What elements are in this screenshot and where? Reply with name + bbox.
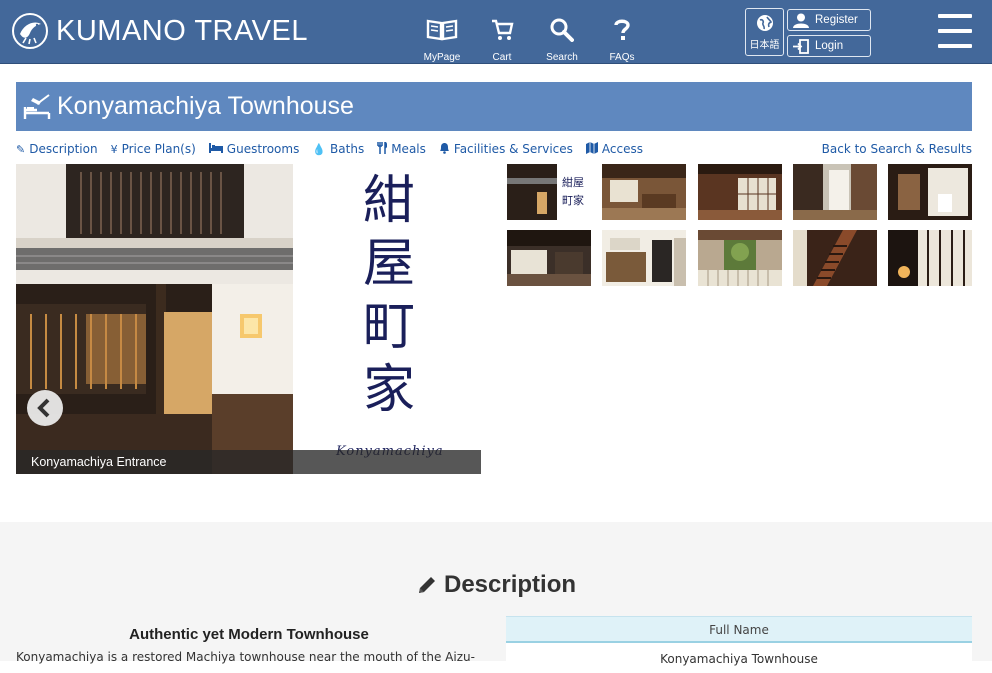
drop-icon: 💧 bbox=[312, 142, 327, 156]
thumbnail[interactable] bbox=[888, 164, 972, 220]
subnav-description[interactable]: ✎ Description bbox=[16, 142, 98, 156]
description-section: Description Authentic yet Modern Townhou… bbox=[0, 522, 992, 673]
thumbnail[interactable]: 紺屋 町家 bbox=[507, 164, 591, 220]
image-caption: Konyamachiya Entrance bbox=[16, 450, 481, 474]
subnav-access-label: Access bbox=[601, 142, 643, 156]
previous-image-button[interactable] bbox=[27, 390, 63, 426]
login-label: Login bbox=[815, 40, 844, 52]
nav-mypage-label: MyPage bbox=[423, 52, 461, 63]
menu-hamburger-icon[interactable] bbox=[938, 14, 972, 50]
thumbnail[interactable] bbox=[888, 230, 972, 286]
question-icon bbox=[614, 19, 630, 40]
subnav-price-plans-label: Price Plan(s) bbox=[121, 142, 196, 156]
kanji-char: 紺 bbox=[362, 171, 415, 231]
map-icon bbox=[585, 141, 598, 157]
table-header-full-name: Full Name bbox=[506, 616, 972, 643]
entrance-photo bbox=[16, 164, 293, 474]
subnav-access[interactable]: Access bbox=[585, 141, 643, 157]
thumbnail[interactable] bbox=[602, 230, 687, 286]
login-button[interactable]: Login bbox=[787, 35, 871, 57]
site-header: KUMANO TRAVEL MyPage Cart Search FAQs 日本… bbox=[0, 0, 992, 64]
subnav-facilities[interactable]: Facilities & Services bbox=[439, 142, 573, 157]
register-label: Register bbox=[815, 14, 858, 26]
kanji-char: 町 bbox=[362, 297, 415, 357]
thumbnail[interactable] bbox=[792, 164, 877, 220]
thumbnail[interactable] bbox=[602, 164, 687, 220]
thumbnail[interactable] bbox=[507, 230, 591, 286]
nav-faqs[interactable]: FAQs bbox=[592, 18, 652, 64]
nav-search[interactable]: Search bbox=[532, 18, 592, 64]
nav-mypage[interactable]: MyPage bbox=[412, 18, 472, 64]
search-icon bbox=[550, 18, 574, 42]
subnav-meals-label: Meals bbox=[391, 142, 426, 156]
section-nav: ✎ Description ¥ Price Plan(s) Guestrooms 💧… bbox=[16, 140, 972, 157]
thumbnail[interactable] bbox=[697, 230, 782, 286]
description-subheading: Authentic yet Modern Townhouse bbox=[129, 626, 369, 643]
user-icon bbox=[793, 13, 809, 28]
page-title: Konyamachiya Townhouse bbox=[57, 92, 354, 120]
login-icon bbox=[793, 38, 809, 54]
site-logo[interactable]: KUMANO TRAVEL bbox=[12, 12, 308, 50]
kanji-char: 屋 bbox=[362, 234, 415, 294]
svg-text:町家: 町家 bbox=[562, 193, 584, 207]
nav-cart-label: Cart bbox=[492, 52, 512, 63]
register-button[interactable]: Register bbox=[787, 9, 871, 31]
chevron-left-icon bbox=[37, 398, 50, 418]
subnav-description-label: Description bbox=[29, 142, 98, 156]
globe-icon bbox=[756, 15, 773, 31]
subnav-facilities-label: Facilities & Services bbox=[453, 142, 573, 156]
thumbnail[interactable] bbox=[697, 164, 782, 220]
table-value-full-name: Konyamachiya Townhouse bbox=[506, 643, 972, 673]
utensils-icon bbox=[377, 140, 388, 157]
svg-text:紺屋: 紺屋 bbox=[562, 175, 584, 189]
subnav-price-plans[interactable]: ¥ Price Plan(s) bbox=[111, 142, 196, 156]
pencil-icon bbox=[418, 577, 435, 593]
nav-cart[interactable]: Cart bbox=[472, 18, 532, 64]
subnav-baths-label: Baths bbox=[330, 142, 365, 156]
subnav-guestrooms-label: Guestrooms bbox=[226, 142, 300, 156]
cart-icon bbox=[492, 19, 514, 40]
description-heading-row: Description bbox=[0, 571, 992, 599]
back-to-search-link[interactable]: Back to Search & Results bbox=[822, 142, 972, 156]
logo-kanji: 紺 屋 町 家 bbox=[354, 170, 424, 422]
main-gallery-image[interactable]: 紺 屋 町 家 Konyamachiya Konyamachiya Entran… bbox=[16, 164, 481, 474]
crow-logo-icon bbox=[12, 13, 48, 49]
subnav-guestrooms[interactable]: Guestrooms bbox=[208, 142, 300, 156]
subnav-baths[interactable]: 💧 Baths bbox=[312, 142, 364, 156]
thumbnail[interactable] bbox=[792, 230, 877, 286]
bell-icon bbox=[439, 142, 450, 157]
page-title-bar: Konyamachiya Townhouse bbox=[16, 82, 972, 131]
header-nav: MyPage Cart Search FAQs bbox=[412, 18, 652, 64]
language-button[interactable]: 日本語 bbox=[745, 8, 784, 56]
language-label: 日本語 bbox=[749, 40, 780, 51]
thumbnail-grid: 紺屋 町家 bbox=[507, 164, 972, 286]
townhouse-photo-image bbox=[16, 164, 293, 474]
bed-lamp-icon bbox=[23, 93, 51, 119]
details-table: Full Name Konyamachiya Townhouse bbox=[506, 616, 972, 673]
nav-faqs-label: FAQs bbox=[609, 52, 635, 63]
bed-icon bbox=[208, 142, 223, 156]
subnav-meals[interactable]: Meals bbox=[377, 140, 426, 157]
yen-icon: ¥ bbox=[110, 142, 118, 156]
pencil-icon: ✎ bbox=[16, 142, 26, 156]
logo-text: KUMANO TRAVEL bbox=[56, 14, 308, 47]
book-icon bbox=[426, 19, 458, 41]
kanji-char: 家 bbox=[362, 360, 415, 420]
nav-search-label: Search bbox=[546, 52, 578, 63]
description-body: Konyamachiya is a restored Machiya townh… bbox=[16, 650, 475, 664]
description-heading: Description bbox=[443, 571, 577, 598]
